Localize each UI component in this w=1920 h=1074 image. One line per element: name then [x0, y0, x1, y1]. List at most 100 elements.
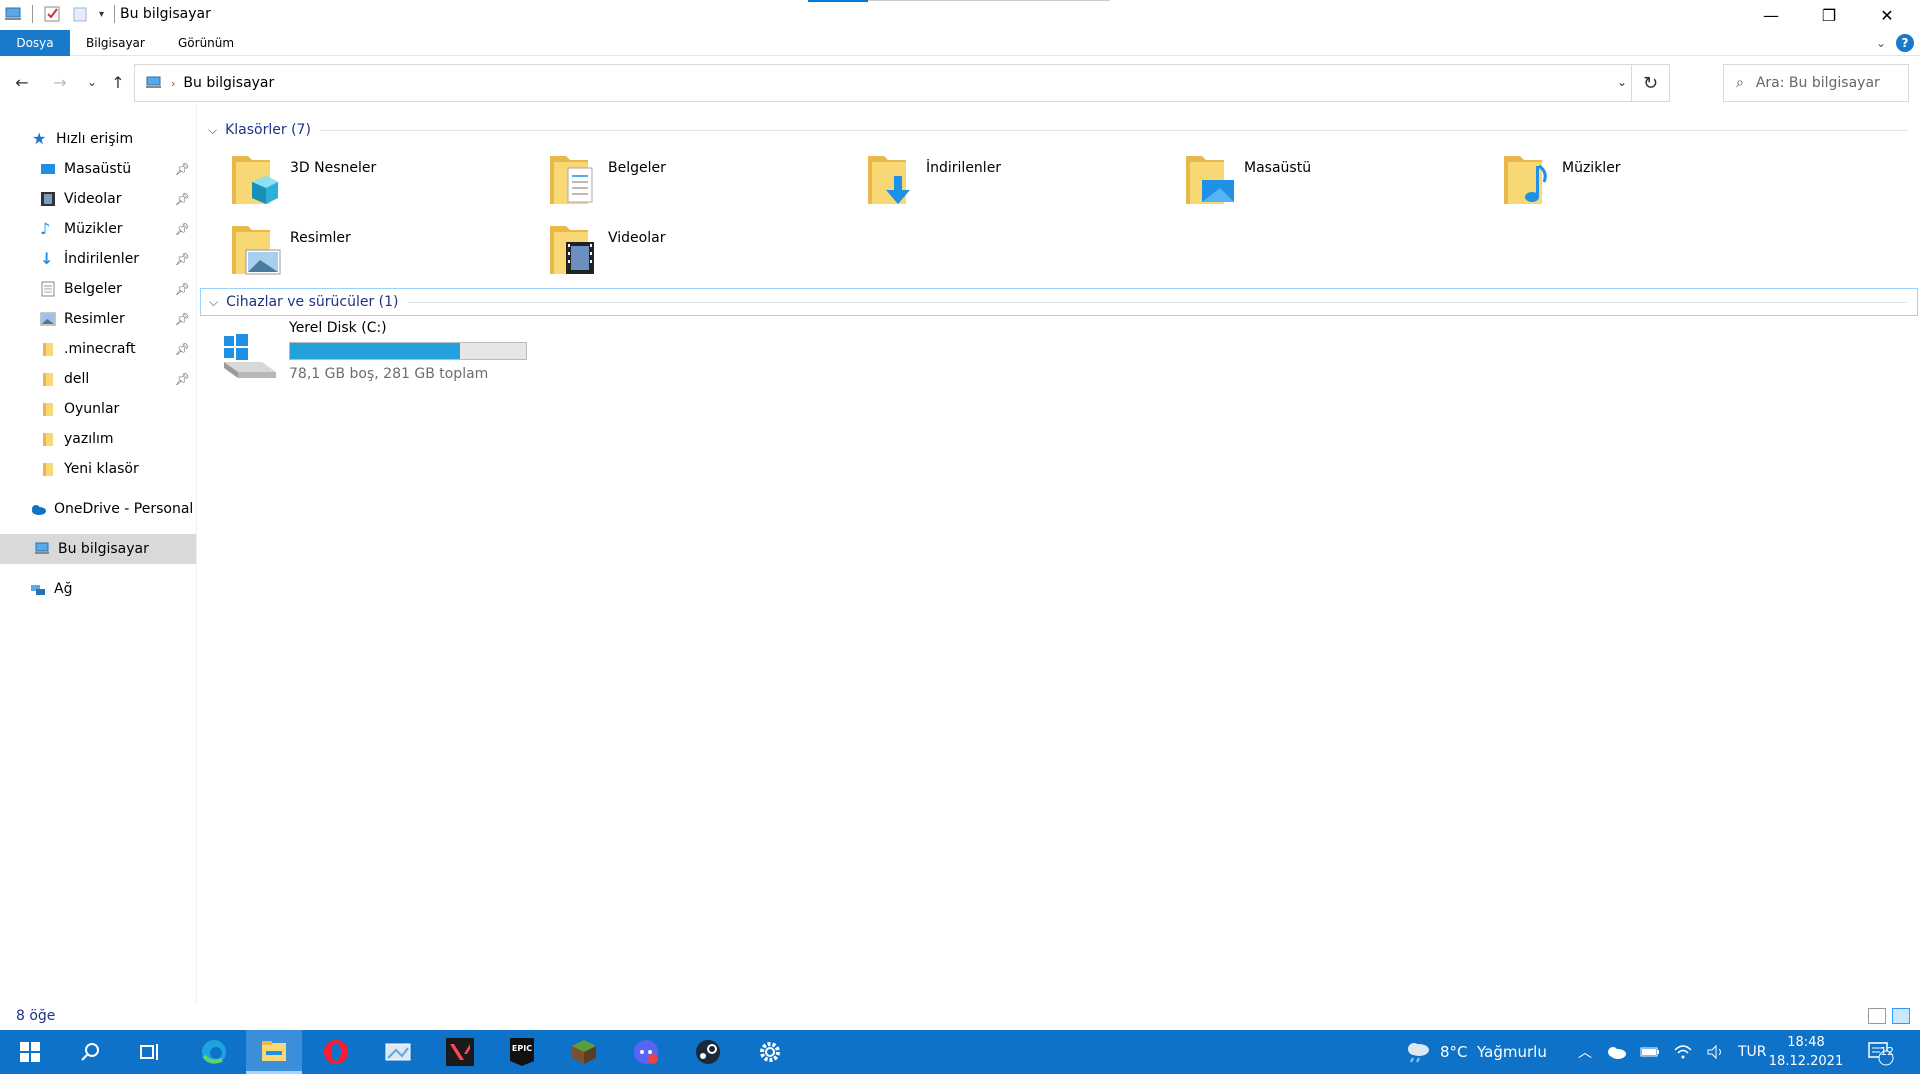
- item-count: 8 öğe: [16, 1008, 56, 1024]
- pin-icon[interactable]: 📌︎: [175, 252, 190, 266]
- task-view-button[interactable]: [122, 1030, 178, 1074]
- folder-label: Masaüstü: [1244, 160, 1312, 176]
- forward-button[interactable]: →: [46, 68, 74, 96]
- recent-locations-button[interactable]: ⌄: [78, 68, 106, 96]
- pin-icon[interactable]: 📌︎: [175, 372, 190, 386]
- folder-label: Videolar: [608, 230, 666, 246]
- drive-c[interactable]: Yerel Disk (C:) 78,1 GB boş, 281 GB topl…: [222, 320, 542, 390]
- desktop-icon: [1186, 156, 1234, 204]
- sidebar-item-software[interactable]: yazılım: [0, 424, 196, 454]
- this-pc-icon: [35, 542, 49, 554]
- battery-icon[interactable]: [1640, 1046, 1660, 1058]
- title-accent-line: [868, 0, 1110, 1]
- taskbar-settings[interactable]: [742, 1030, 798, 1074]
- sidebar-item-desktop[interactable]: Masaüstü 📌︎: [0, 154, 196, 184]
- clock[interactable]: 18:48 18.12.2021: [1766, 1033, 1846, 1071]
- sidebar-divider: [196, 104, 197, 1004]
- wifi-icon[interactable]: [1674, 1044, 1692, 1060]
- customize-qat-chevron-icon[interactable]: ▾: [99, 9, 104, 20]
- sidebar-item-music[interactable]: ♪ Müzikler 📌︎: [0, 214, 196, 244]
- edge-icon: [202, 1040, 226, 1064]
- details-view-icon[interactable]: [1868, 1008, 1886, 1024]
- pin-icon[interactable]: 📌︎: [175, 312, 190, 326]
- title-accent-line: [808, 0, 868, 2]
- tab-file[interactable]: Dosya: [0, 30, 70, 56]
- search-input[interactable]: ⌕ Ara: Bu bilgisayar: [1723, 64, 1909, 102]
- weather-widget[interactable]: 8°C Yağmurlu: [1404, 1030, 1547, 1074]
- folder-desktop[interactable]: Masaüstü: [1184, 152, 1484, 216]
- star-icon: ★: [32, 129, 47, 148]
- sidebar-item-onedrive[interactable]: OneDrive - Personal: [0, 494, 196, 524]
- taskbar-file-explorer[interactable]: [246, 1030, 302, 1074]
- gear-icon: [760, 1042, 780, 1062]
- devices-group-header[interactable]: ⌵ Cihazlar ve sürücüler (1): [200, 288, 1918, 316]
- folder-downloads[interactable]: İndirilenler: [866, 152, 1166, 216]
- pin-icon[interactable]: 📌︎: [175, 342, 190, 356]
- sidebar-item-pictures[interactable]: Resimler 📌︎: [0, 304, 196, 334]
- sidebar-item-videos[interactable]: Videolar 📌︎: [0, 184, 196, 214]
- folder-label: Resimler: [290, 230, 351, 246]
- collapse-chevron-icon[interactable]: ⌵: [209, 295, 218, 310]
- folder-documents[interactable]: Belgeler: [548, 152, 848, 216]
- search-placeholder: Ara: Bu bilgisayar: [1755, 75, 1880, 91]
- videos-icon: [41, 192, 55, 206]
- taskbar-epic-games[interactable]: EPIC: [494, 1030, 550, 1074]
- start-button[interactable]: [2, 1030, 58, 1074]
- sidebar-item-games[interactable]: Oyunlar: [0, 394, 196, 424]
- documents-icon: [41, 281, 55, 297]
- rain-cloud-icon: [1408, 1043, 1429, 1063]
- sidebar-item-dell[interactable]: dell 📌︎: [0, 364, 196, 394]
- tab-view[interactable]: Görünüm: [162, 30, 250, 56]
- sidebar-item-quick-access[interactable]: ★ Hızlı erişim: [0, 124, 196, 154]
- taskbar-minecraft[interactable]: [556, 1030, 612, 1074]
- pin-icon[interactable]: 📌︎: [175, 222, 190, 236]
- help-icon[interactable]: ?: [1896, 34, 1914, 52]
- input-language[interactable]: TUR: [1738, 1044, 1767, 1060]
- expand-ribbon-chevron-icon[interactable]: ⌄: [1876, 36, 1886, 50]
- close-button[interactable]: ✕: [1858, 0, 1916, 30]
- task-view-icon: [140, 1044, 158, 1060]
- taskbar-opera[interactable]: [308, 1030, 364, 1074]
- taskbar: EPIC 8°C Yağmurlu ︿ TUR 18:48 18.12.2021…: [0, 1030, 1920, 1074]
- taskbar-steam[interactable]: [680, 1030, 736, 1074]
- folders-group-header[interactable]: ⌵ Klasörler (7): [200, 116, 1918, 144]
- action-center[interactable]: 12: [1866, 1030, 1894, 1074]
- address-bar[interactable]: › Bu bilgisayar ⌄ ↻: [134, 64, 1670, 102]
- window-title: Bu bilgisayar: [120, 6, 211, 22]
- volume-icon[interactable]: [1706, 1044, 1724, 1060]
- folder-3d-objects[interactable]: 3D Nesneler: [230, 152, 530, 216]
- taskbar-valorant[interactable]: [432, 1030, 488, 1074]
- new-folder-icon[interactable]: [71, 5, 89, 23]
- breadcrumb-item[interactable]: Bu bilgisayar: [183, 75, 274, 91]
- pin-icon[interactable]: 📌︎: [175, 162, 190, 176]
- restore-button[interactable]: ❐: [1800, 0, 1858, 30]
- folder-music[interactable]: Müzikler: [1502, 152, 1802, 216]
- folder-videos[interactable]: Videolar: [548, 222, 848, 286]
- search-button[interactable]: [62, 1030, 118, 1074]
- tab-computer[interactable]: Bilgisayar: [70, 30, 161, 56]
- sidebar-item-documents[interactable]: Belgeler 📌︎: [0, 274, 196, 304]
- taskbar-app[interactable]: [370, 1030, 426, 1074]
- sidebar-item-downloads[interactable]: ↓ İndirilenler 📌︎: [0, 244, 196, 274]
- address-history-chevron-icon[interactable]: ⌄: [1617, 75, 1627, 89]
- minimize-button[interactable]: —: [1742, 0, 1800, 30]
- sidebar-item-this-pc[interactable]: Bu bilgisayar: [0, 534, 196, 564]
- onedrive-cloud-icon[interactable]: [1606, 1045, 1626, 1059]
- sidebar-item-network[interactable]: Ağ: [0, 574, 196, 604]
- ribbon: Dosya Bilgisayar Görünüm ⌄ ?: [0, 30, 1920, 56]
- refresh-button[interactable]: ↻: [1631, 65, 1669, 101]
- properties-icon[interactable]: [43, 5, 61, 23]
- taskbar-discord[interactable]: [618, 1030, 674, 1074]
- large-icons-view-icon[interactable]: [1892, 1008, 1910, 1024]
- up-button[interactable]: ↑: [104, 68, 132, 96]
- back-button[interactable]: ←: [8, 68, 36, 96]
- pin-icon[interactable]: 📌︎: [175, 282, 190, 296]
- taskbar-edge[interactable]: [186, 1030, 242, 1074]
- sidebar-item-new-folder[interactable]: Yeni klasör: [0, 454, 196, 484]
- breadcrumb-chevron-icon[interactable]: ›: [171, 77, 175, 90]
- show-hidden-icons-chevron-icon[interactable]: ︿: [1578, 1042, 1592, 1062]
- collapse-chevron-icon[interactable]: ⌵: [208, 123, 217, 138]
- sidebar-item-minecraft[interactable]: .minecraft 📌︎: [0, 334, 196, 364]
- pin-icon[interactable]: 📌︎: [175, 192, 190, 206]
- folder-pictures[interactable]: Resimler: [230, 222, 530, 286]
